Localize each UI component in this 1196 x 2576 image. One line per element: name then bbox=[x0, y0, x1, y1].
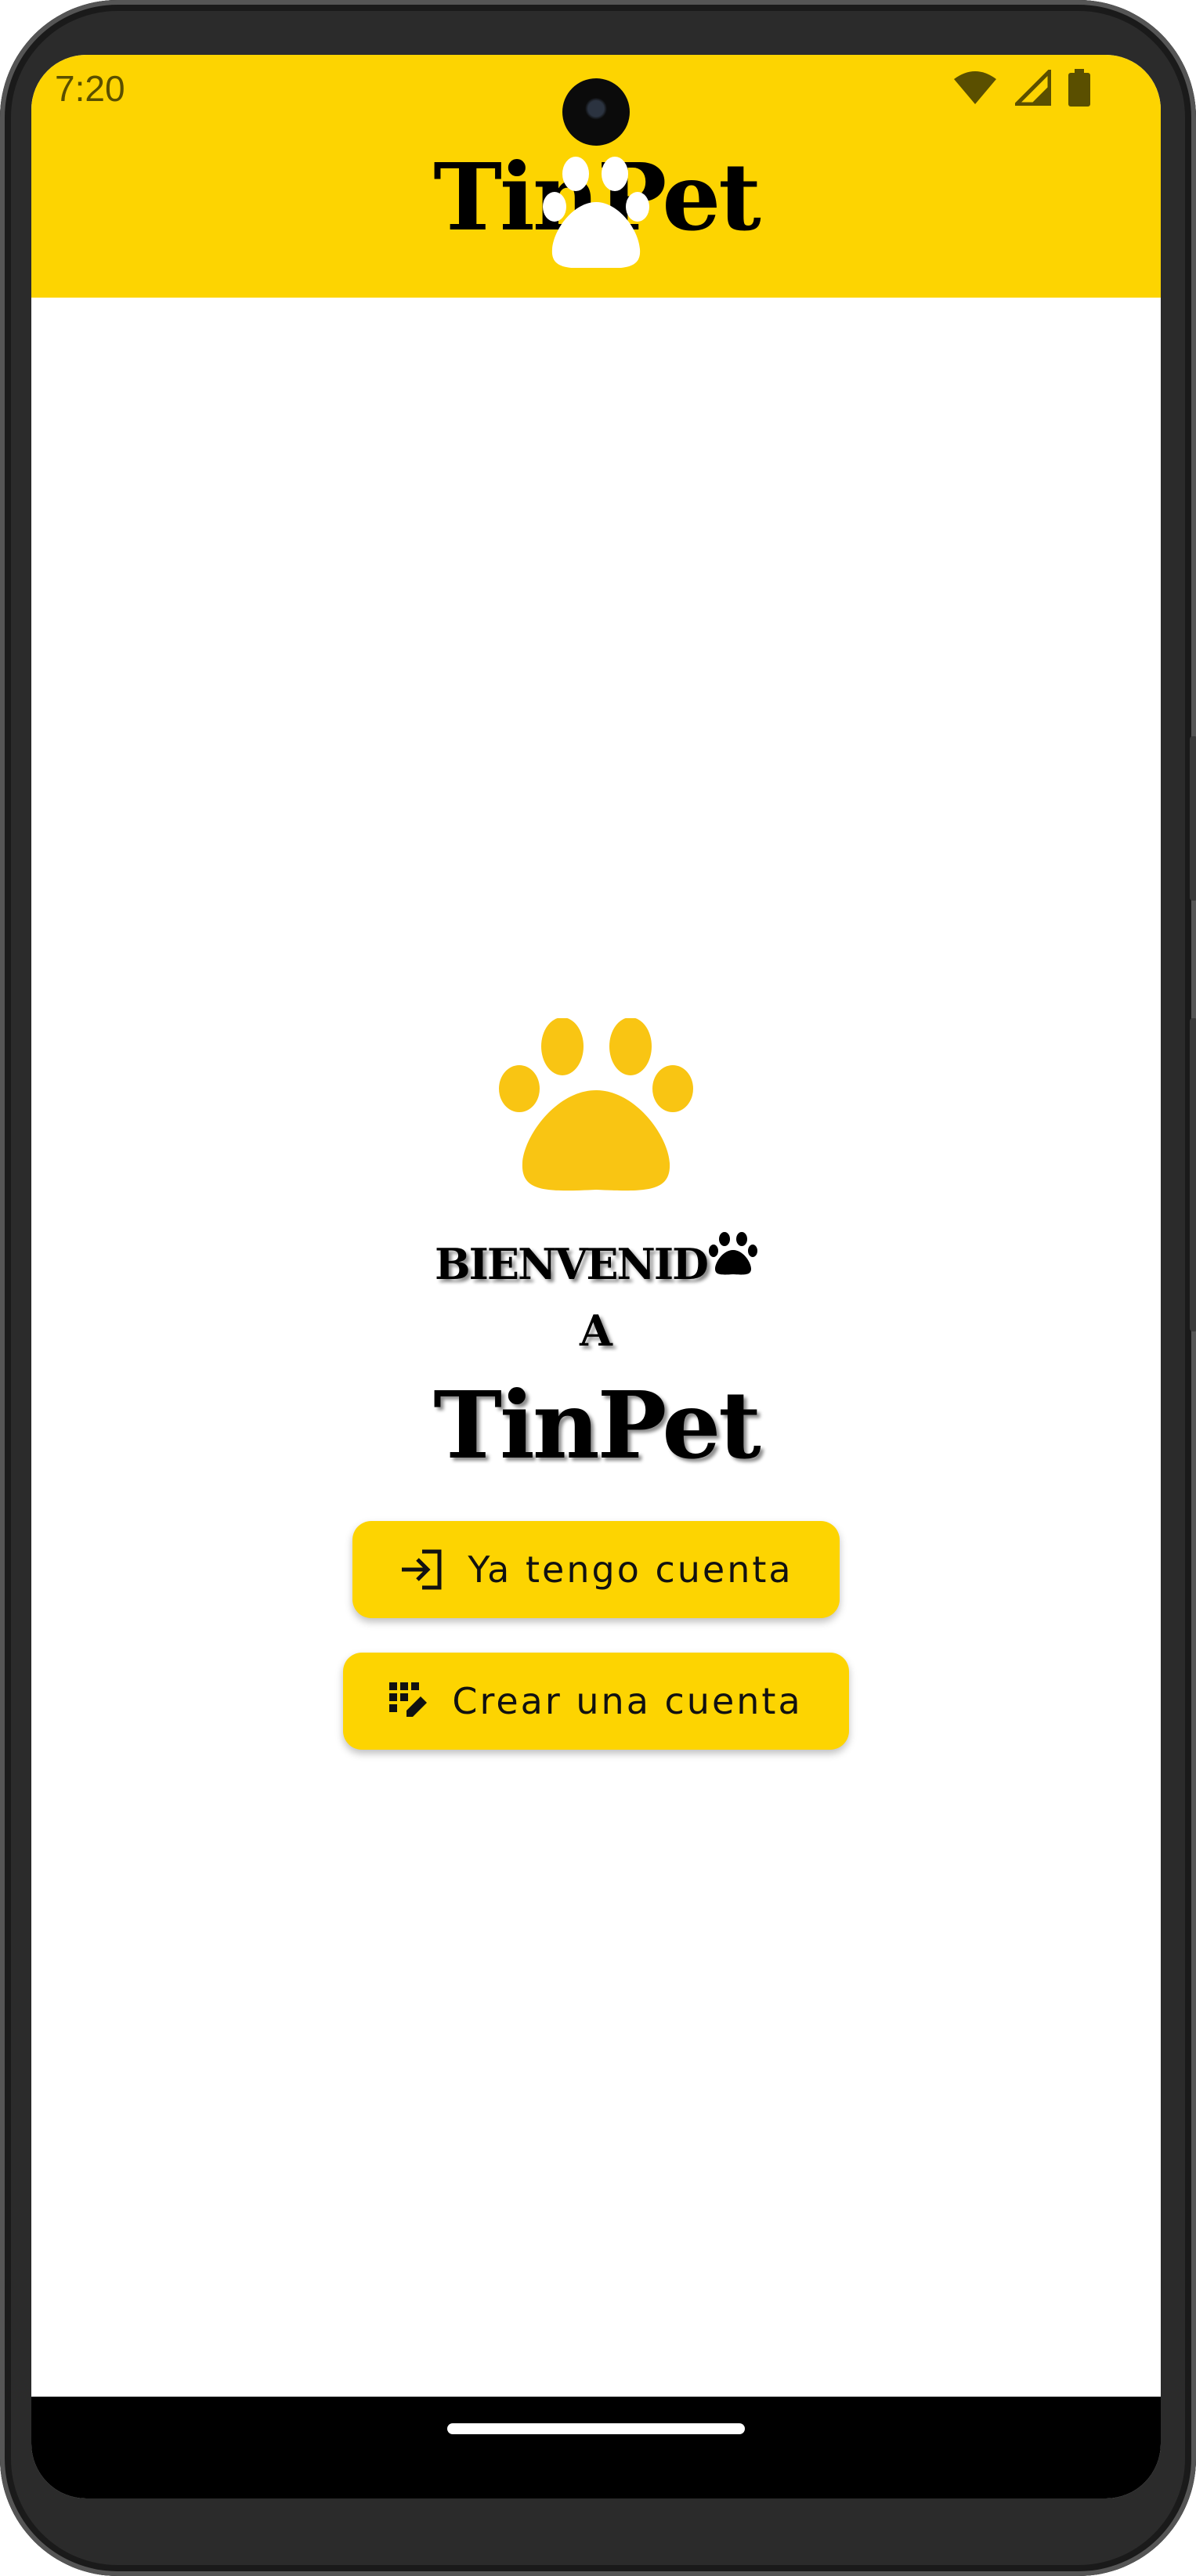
power-button bbox=[1190, 736, 1196, 901]
welcome-app-name: TinPet bbox=[433, 1371, 761, 1479]
wifi-icon bbox=[954, 71, 996, 104]
welcome-line-2: A bbox=[580, 1306, 612, 1356]
paw-icon bbox=[543, 157, 649, 268]
phone-frame: 7:20 TinPet BIENVENID A TinPet Ya tengo … bbox=[0, 0, 1196, 2576]
login-icon bbox=[402, 1549, 442, 1590]
home-gesture-handle[interactable] bbox=[447, 2423, 745, 2434]
cellular-signal-icon bbox=[1015, 70, 1051, 106]
create-account-button[interactable]: Crear una cuenta bbox=[343, 1653, 849, 1750]
app-screen: 7:20 TinPet BIENVENID A TinPet Ya tengo … bbox=[31, 55, 1161, 2498]
create-account-button-label: Crear una cuenta bbox=[452, 1680, 803, 1722]
paw-inline-icon bbox=[708, 1232, 757, 1275]
status-icons bbox=[952, 69, 1090, 107]
welcome-text-bienvenid: BIENVENID bbox=[435, 1239, 709, 1289]
front-camera bbox=[562, 78, 630, 146]
top-app-bar: 7:20 TinPet bbox=[31, 55, 1161, 298]
login-button[interactable]: Ya tengo cuenta bbox=[352, 1521, 840, 1618]
app-registration-icon bbox=[389, 1682, 428, 1717]
status-time: 7:20 bbox=[55, 68, 125, 109]
paw-logo-icon bbox=[499, 1018, 693, 1191]
battery-icon bbox=[1068, 69, 1090, 107]
system-navigation-bar bbox=[31, 2397, 1161, 2498]
welcome-line-1: BIENVENID bbox=[31, 1232, 1161, 1289]
login-button-label: Ya tengo cuenta bbox=[468, 1548, 793, 1591]
volume-button bbox=[1190, 1018, 1196, 1331]
